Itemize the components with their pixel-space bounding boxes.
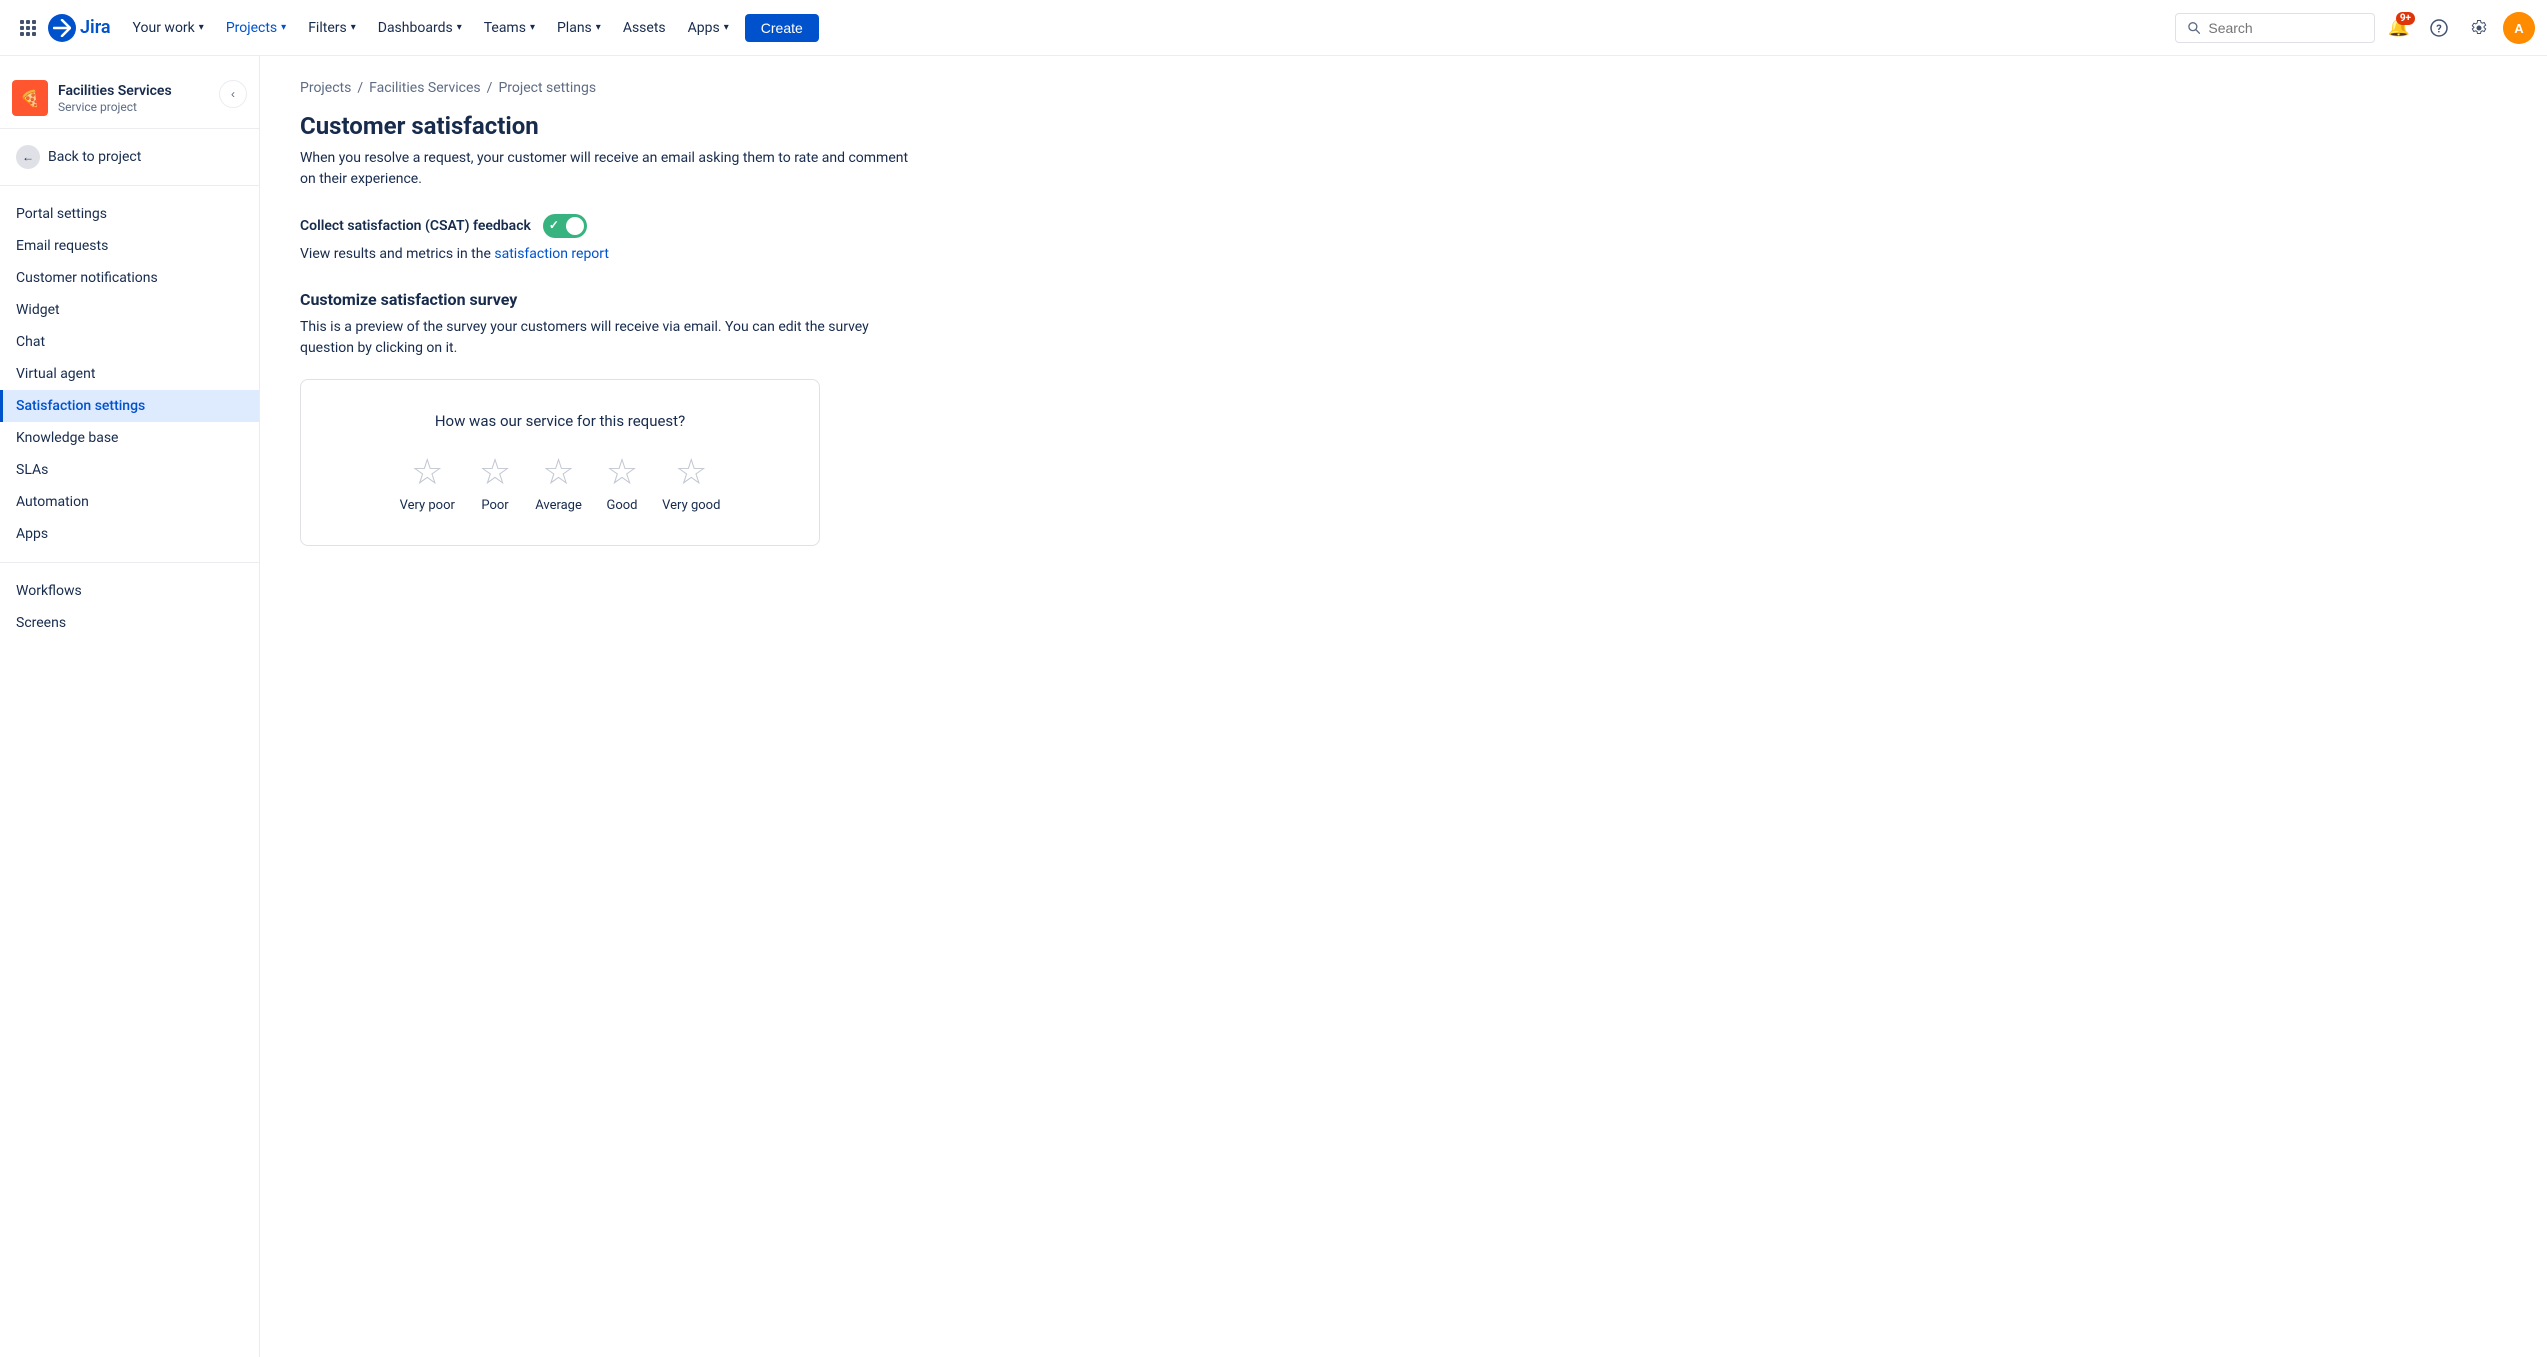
project-name: Facilities Services — [58, 82, 219, 100]
breadcrumb: Projects / Facilities Services / Project… — [300, 80, 2507, 96]
sidebar-item-workflows[interactable]: Workflows — [0, 575, 259, 607]
sidebar-item-apps[interactable]: Apps — [0, 518, 259, 550]
back-arrow-icon: ← — [16, 145, 40, 169]
search-icon — [2188, 21, 2200, 35]
csat-toggle[interactable]: ✓ — [543, 214, 587, 238]
project-header: 🍕 Facilities Services Service project — [12, 80, 219, 116]
chevron-down-icon: ▾ — [199, 22, 204, 33]
notifications-button[interactable]: 🔔 9+ — [2383, 12, 2415, 44]
page-description: When you resolve a request, your custome… — [300, 148, 920, 190]
nav-apps[interactable]: Apps ▾ — [678, 14, 739, 42]
nav-your-work[interactable]: Your work ▾ — [123, 14, 214, 42]
sidebar-item-customer-notifications[interactable]: Customer notifications — [0, 262, 259, 294]
star-good[interactable]: ☆ Good — [606, 454, 638, 513]
project-type: Service project — [58, 100, 219, 114]
logo-icon — [48, 14, 76, 42]
chevron-down-icon: ▾ — [281, 22, 286, 33]
notification-badge: 9+ — [2396, 12, 2415, 25]
star-icon-2: ☆ — [479, 454, 511, 490]
sidebar-item-satisfaction-settings[interactable]: Satisfaction settings — [0, 390, 259, 422]
settings-button[interactable] — [2463, 12, 2495, 44]
nav-plans[interactable]: Plans ▾ — [547, 14, 611, 42]
collect-row-description: View results and metrics in the satisfac… — [300, 246, 2507, 262]
sidebar-nav-2: Workflows Screens — [0, 571, 259, 643]
star-icon-5: ☆ — [675, 454, 707, 490]
back-label: Back to project — [48, 149, 141, 165]
satisfaction-report-link[interactable]: satisfaction report — [494, 246, 609, 262]
nav-filters[interactable]: Filters ▾ — [298, 14, 366, 42]
chevron-down-icon: ▾ — [351, 22, 356, 33]
star-icon-1: ☆ — [411, 454, 443, 490]
nav-items: Your work ▾ Projects ▾ Filters ▾ Dashboa… — [123, 14, 2171, 42]
sidebar-collapse-button[interactable]: ‹ — [219, 80, 247, 108]
page-title: Customer satisfaction — [300, 112, 2507, 140]
nav-assets[interactable]: Assets — [613, 14, 676, 42]
svg-text:?: ? — [2436, 22, 2442, 35]
nav-right-actions: 🔔 9+ ? — [2175, 12, 2535, 44]
user-avatar[interactable] — [2503, 12, 2535, 44]
star-label-5: Very good — [662, 498, 720, 513]
search-box[interactable] — [2175, 13, 2375, 43]
project-info: Facilities Services Service project — [58, 82, 219, 114]
sidebar-item-knowledge-base[interactable]: Knowledge base — [0, 422, 259, 454]
sidebar-item-virtual-agent[interactable]: Virtual agent — [0, 358, 259, 390]
survey-section-title: Customize satisfaction survey — [300, 290, 2507, 309]
breadcrumb-current: Project settings — [498, 80, 596, 96]
sidebar-nav: Portal settings Email requests Customer … — [0, 194, 259, 554]
star-label-3: Average — [535, 498, 582, 513]
sidebar-divider-1 — [0, 128, 259, 129]
star-poor[interactable]: ☆ Poor — [479, 454, 511, 513]
survey-section-description: This is a preview of the survey your cus… — [300, 317, 920, 359]
help-button[interactable]: ? — [2423, 12, 2455, 44]
sidebar-divider-3 — [0, 562, 259, 563]
breadcrumb-facilities-services[interactable]: Facilities Services — [369, 80, 481, 96]
sidebar-item-widget[interactable]: Widget — [0, 294, 259, 326]
sidebar-item-screens[interactable]: Screens — [0, 607, 259, 639]
jira-logo[interactable]: Jira — [48, 14, 111, 42]
sidebar: 🍕 Facilities Services Service project ‹ … — [0, 56, 260, 1357]
chevron-down-icon: ▾ — [530, 22, 535, 33]
collect-satisfaction-row: Collect satisfaction (CSAT) feedback ✓ — [300, 214, 2507, 238]
star-rating: ☆ Very poor ☆ Poor ☆ Average ☆ Good ☆ — [341, 454, 779, 513]
star-icon-4: ☆ — [606, 454, 638, 490]
project-icon: 🍕 — [12, 80, 48, 116]
back-to-project-link[interactable]: ← Back to project — [0, 137, 259, 177]
top-navigation: Jira Your work ▾ Projects ▾ Filters ▾ Da… — [0, 0, 2547, 56]
sidebar-item-email-requests[interactable]: Email requests — [0, 230, 259, 262]
collect-satisfaction-label: Collect satisfaction (CSAT) feedback — [300, 218, 531, 234]
nav-dashboards[interactable]: Dashboards ▾ — [368, 14, 472, 42]
sidebar-item-slas[interactable]: SLAs — [0, 454, 259, 486]
create-button[interactable]: Create — [745, 14, 819, 42]
nav-projects[interactable]: Projects ▾ — [216, 14, 296, 42]
grid-menu-button[interactable] — [12, 12, 44, 44]
chevron-down-icon: ▾ — [724, 22, 729, 33]
star-very-poor[interactable]: ☆ Very poor — [400, 454, 455, 513]
star-label-2: Poor — [481, 498, 508, 513]
main-content: Projects / Facilities Services / Project… — [260, 56, 2547, 1357]
star-icon-3: ☆ — [542, 454, 574, 490]
sidebar-divider-2 — [0, 185, 259, 186]
star-average[interactable]: ☆ Average — [535, 454, 582, 513]
sidebar-item-chat[interactable]: Chat — [0, 326, 259, 358]
chevron-down-icon: ▾ — [596, 22, 601, 33]
breadcrumb-projects[interactable]: Projects — [300, 80, 351, 96]
sidebar-item-portal-settings[interactable]: Portal settings — [0, 198, 259, 230]
survey-question-text[interactable]: How was our service for this request? — [341, 412, 779, 430]
survey-preview[interactable]: How was our service for this request? ☆ … — [300, 379, 820, 546]
star-label-4: Good — [607, 498, 638, 513]
search-input[interactable] — [2208, 20, 2362, 36]
star-very-good[interactable]: ☆ Very good — [662, 454, 720, 513]
app-body: 🍕 Facilities Services Service project ‹ … — [0, 56, 2547, 1357]
sidebar-item-automation[interactable]: Automation — [0, 486, 259, 518]
star-label-1: Very poor — [400, 498, 455, 513]
chevron-down-icon: ▾ — [457, 22, 462, 33]
toggle-check-icon: ✓ — [549, 218, 559, 232]
logo-text: Jira — [80, 17, 111, 38]
nav-teams[interactable]: Teams ▾ — [474, 14, 545, 42]
